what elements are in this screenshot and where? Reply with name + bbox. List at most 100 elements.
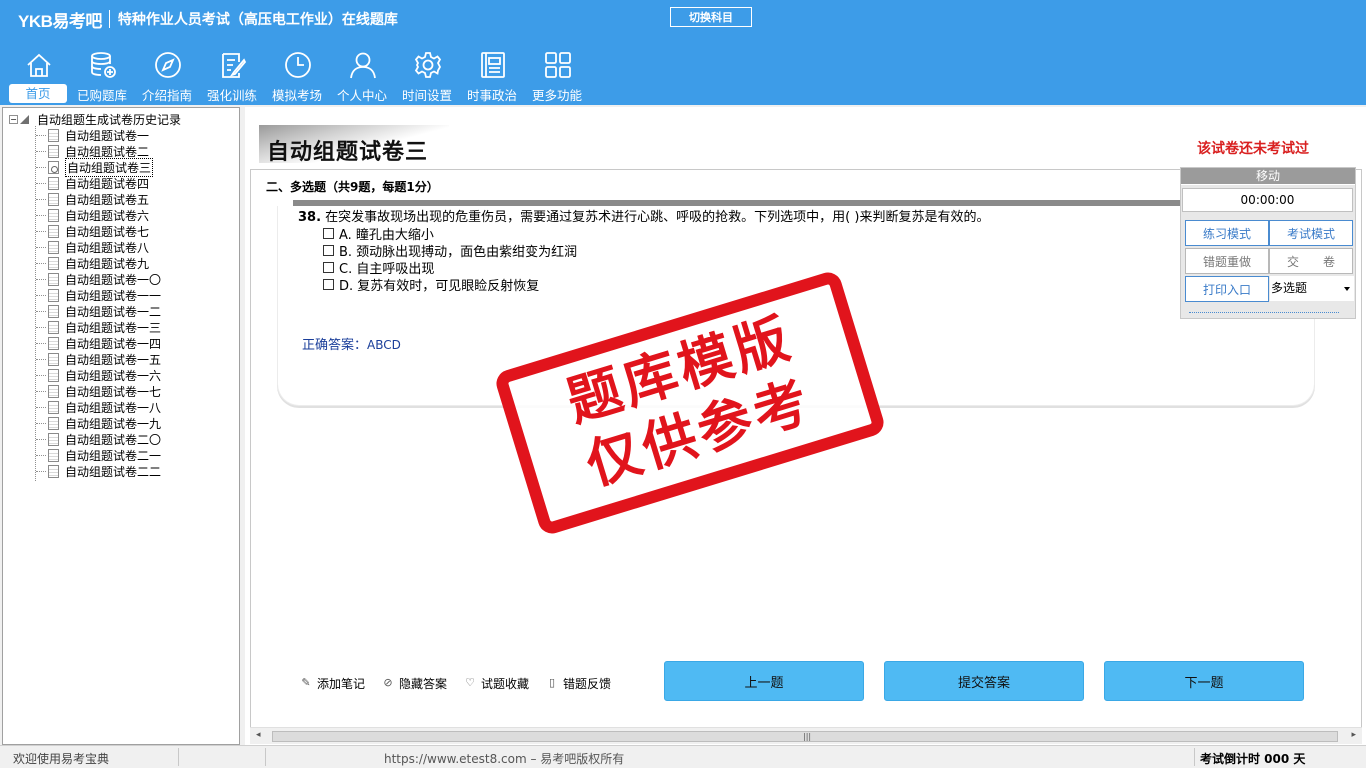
option-c[interactable]: C. 自主呼吸出现 <box>323 259 434 277</box>
tree-connector <box>36 278 46 280</box>
tree-item-label: 自动组题试卷一 <box>65 128 150 143</box>
tree-connector <box>36 198 46 200</box>
document-icon <box>48 144 59 158</box>
tree-item-label: 自动组题试卷二〇 <box>65 432 162 447</box>
tree-item[interactable]: 自动组题试卷二二 <box>36 463 161 479</box>
tree-connector <box>36 182 46 184</box>
nav-profile-label: 个人中心 <box>336 88 387 103</box>
add-note-button[interactable]: ✎ 添加笔记 <box>300 675 365 691</box>
document-icon <box>48 464 59 478</box>
nav-profile[interactable]: 个人中心 <box>331 48 393 104</box>
submit-answer-button[interactable]: 提交答案 <box>884 661 1084 701</box>
grid-icon <box>545 52 571 78</box>
tree-item-label: 自动组题试卷六 <box>65 208 150 223</box>
question-type-select[interactable]: 多选题 <box>1270 276 1354 301</box>
brand: YKB易考吧 特种作业人员考试（高压电工作业）在线题库 <box>18 8 398 31</box>
tree-item[interactable]: 自动组题试卷七 <box>36 223 161 239</box>
scrollbar-grip-icon: ||| <box>803 732 812 741</box>
document-icon <box>48 432 59 446</box>
option-d[interactable]: D. 复苏有效时，可见眼睑反射恢复 <box>323 276 539 294</box>
nav-mock-exam[interactable]: 模拟考场 <box>266 48 328 104</box>
tree-item[interactable]: 自动组题试卷一一 <box>36 287 161 303</box>
tree-connector <box>36 406 46 408</box>
nav-home[interactable]: 首页 <box>7 48 69 104</box>
prev-question-button[interactable]: 上一题 <box>664 661 864 701</box>
tree-item[interactable]: 自动组题试卷一六 <box>36 367 161 383</box>
collapse-icon[interactable]: − <box>9 114 18 124</box>
scrollbar-thumb[interactable]: ||| <box>272 731 1338 742</box>
feedback-icon: ▯ <box>549 676 556 689</box>
tree-item-label: 自动组题试卷五 <box>65 192 150 207</box>
tree-item[interactable]: 自动组题试卷一五 <box>36 351 161 367</box>
switch-subject-button[interactable]: 切换科目 <box>670 7 752 27</box>
tree-item[interactable]: 自动组题试卷二〇 <box>36 431 161 447</box>
option-a[interactable]: A. 瞳孔由大缩小 <box>323 225 434 243</box>
tree-root[interactable]: − 自动组题生成试卷历史记录 <box>9 111 181 127</box>
next-question-button[interactable]: 下一题 <box>1104 661 1304 701</box>
exam-mode-button[interactable]: 考试模式 <box>1269 220 1353 246</box>
option-d-checkbox[interactable] <box>323 278 334 290</box>
tree-connector <box>36 342 46 344</box>
panel-divider <box>1189 312 1339 313</box>
tree-item[interactable]: 自动组题试卷一七 <box>36 383 161 399</box>
nav-time-settings[interactable]: 时间设置 <box>396 48 458 104</box>
tree-item[interactable]: 自动组题试卷一〇 <box>36 271 161 287</box>
scroll-left-icon[interactable]: ◂ <box>256 730 261 740</box>
option-b-checkbox[interactable] <box>323 244 334 256</box>
panel-move-handle[interactable]: 移动 <box>1181 168 1355 185</box>
tree-item[interactable]: 自动组题试卷一八 <box>36 399 161 415</box>
hide-answer-label: 隐藏答案 <box>399 676 448 691</box>
home-icon <box>27 53 51 77</box>
print-button[interactable]: 打印入口 <box>1185 276 1269 302</box>
paper-title: 自动组题试卷三 <box>267 140 429 165</box>
exam-status-text: 该试卷还未考试过 <box>1197 141 1309 157</box>
tree-item[interactable]: 自动组题试卷一三 <box>36 319 161 335</box>
nav-training[interactable]: 强化训练 <box>201 48 263 104</box>
tree-item[interactable]: 自动组题试卷一 <box>36 127 161 143</box>
hide-answer-button[interactable]: ⊘ 隐藏答案 <box>382 675 447 691</box>
tree-item[interactable]: 自动组题试卷三 <box>36 157 161 177</box>
hand-in-button[interactable]: 交 卷 <box>1269 248 1353 274</box>
favorite-button[interactable]: ♡ 试题收藏 <box>464 675 529 691</box>
option-b[interactable]: B. 颈动脉出现搏动，面色由紫绀变为红润 <box>323 242 577 260</box>
nav-guide[interactable]: 介绍指南 <box>136 48 198 104</box>
document-icon <box>48 208 59 222</box>
nav-politics[interactable]: 时事政治 <box>461 48 523 104</box>
practice-mode-button[interactable]: 练习模式 <box>1185 220 1269 246</box>
document-icon <box>48 384 59 398</box>
document-icon <box>48 256 59 270</box>
document-icon <box>48 336 59 350</box>
scroll-right-icon[interactable]: ▸ <box>1351 730 1356 740</box>
tree-connector <box>36 150 46 152</box>
document-icon <box>48 224 59 238</box>
nav-mock-exam-label: 模拟考场 <box>271 88 322 103</box>
tree-connector <box>36 294 46 296</box>
tree-item[interactable]: 自动组题试卷一九 <box>36 415 161 431</box>
feedback-button[interactable]: ▯ 错题反馈 <box>546 675 611 691</box>
tree-item[interactable]: 自动组题试卷一四 <box>36 335 161 351</box>
compass-icon <box>155 52 181 78</box>
horizontal-scrollbar[interactable]: ◂ ||| ▸ <box>250 727 1362 744</box>
option-a-checkbox[interactable] <box>323 227 334 239</box>
tree-item[interactable]: 自动组题试卷五 <box>36 191 161 207</box>
tree-item[interactable]: 自动组题试卷八 <box>36 239 161 255</box>
tree-item[interactable]: 自动组题试卷二一 <box>36 447 161 463</box>
app-header: YKB易考吧 特种作业人员考试（高压电工作业）在线题库 切换科目 首页 已购题库… <box>0 0 1366 105</box>
document-icon <box>48 320 59 334</box>
tree-item-label: 自动组题试卷一三 <box>65 320 162 335</box>
option-c-checkbox[interactable] <box>323 261 334 273</box>
redo-wrong-button[interactable]: 错题重做 <box>1185 248 1269 274</box>
tree-item[interactable]: 自动组题试卷六 <box>36 207 161 223</box>
tree-item-label: 自动组题试卷一四 <box>65 336 162 351</box>
tree-connector <box>36 262 46 264</box>
document-icon <box>48 448 59 462</box>
brand-divider <box>108 10 110 28</box>
tree-connector <box>36 246 46 248</box>
tree-item[interactable]: 自动组题试卷一二 <box>36 303 161 319</box>
document-icon <box>48 160 59 174</box>
question-type-value: 多选题 <box>1271 281 1308 295</box>
tree-item[interactable]: 自动组题试卷四 <box>36 175 161 191</box>
nav-purchased[interactable]: 已购题库 <box>71 48 133 104</box>
nav-more[interactable]: 更多功能 <box>526 48 588 104</box>
tree-item[interactable]: 自动组题试卷九 <box>36 255 161 271</box>
